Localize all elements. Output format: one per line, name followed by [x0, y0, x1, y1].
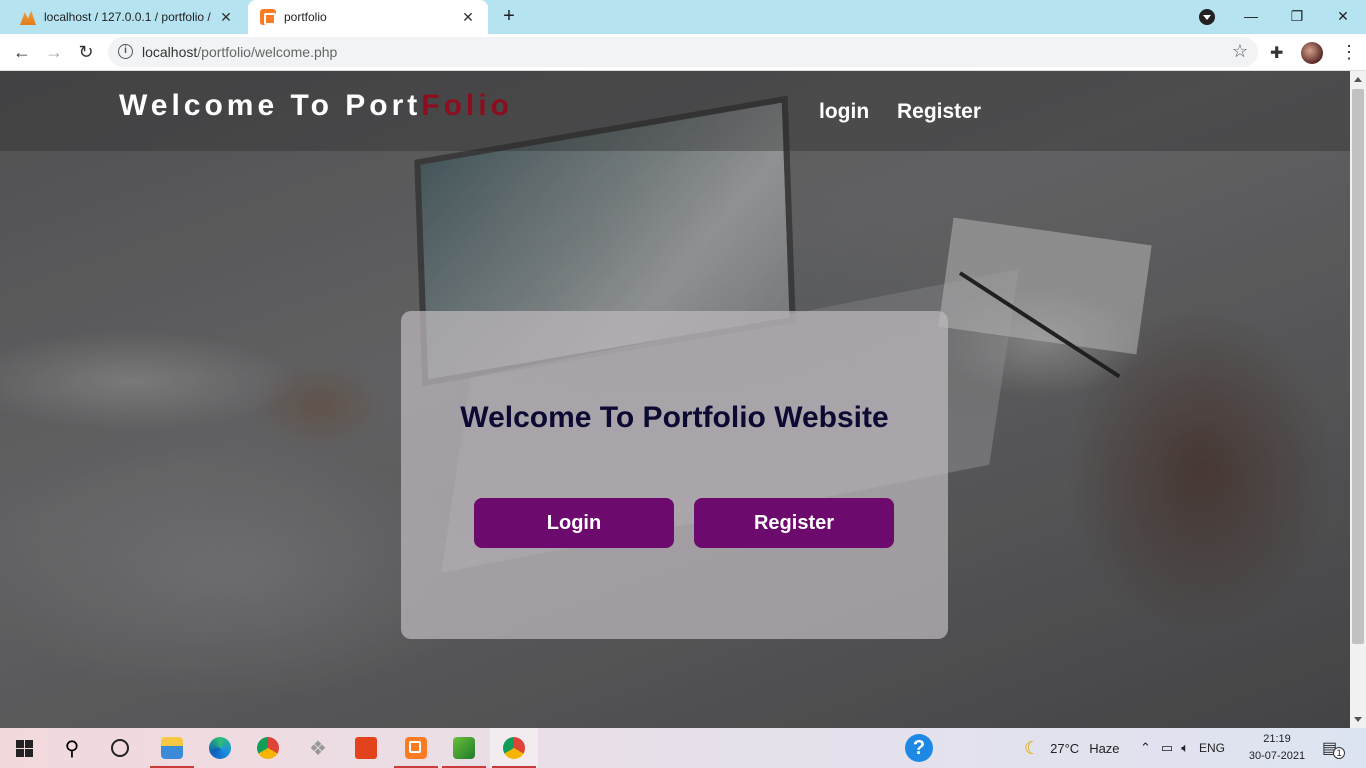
search-icon[interactable]: ⚲	[48, 728, 96, 768]
editor-icon[interactable]	[440, 728, 488, 768]
tab-phpmyadmin[interactable]: localhost / 127.0.0.1 / portfolio / ✕	[8, 0, 246, 34]
scrollbar-thumb[interactable]	[1352, 89, 1364, 644]
site-logo: Welcome To PortFolio	[119, 89, 513, 122]
tray-icons: ⌃ ▭ 🔈︎ ENG	[1140, 728, 1225, 768]
close-icon[interactable]: ✕	[218, 9, 234, 26]
tab-title: portfolio	[284, 10, 327, 24]
windows-taskbar: ⚲ ❖ ? ☾ 27°C Haze ⌃ ▭ 🔈︎ ENG 21:19 30-07…	[0, 728, 1366, 768]
profile-avatar[interactable]	[1301, 42, 1323, 64]
info-icon[interactable]: i	[118, 44, 133, 59]
restore-button[interactable]: ❐	[1283, 4, 1311, 28]
url-text[interactable]: localhost/portfolio/welcome.php	[142, 44, 337, 60]
xampp-icon	[260, 9, 276, 25]
welcome-heading: Welcome To Portfolio Website	[460, 401, 889, 434]
help-icon[interactable]: ?	[895, 728, 943, 768]
tab-portfolio[interactable]: portfolio ✕	[248, 0, 488, 34]
welcome-card: Welcome To Portfolio Website Login Regis…	[401, 311, 948, 639]
bookmark-star-icon[interactable]: ☆	[1232, 41, 1248, 62]
menu-kebab-icon[interactable]: ⋮	[1340, 40, 1358, 64]
minimize-button[interactable]: —	[1237, 4, 1265, 28]
office-icon[interactable]	[342, 728, 390, 768]
nav-login-link[interactable]: login	[819, 100, 869, 124]
weather-widget[interactable]: ☾ 27°C Haze	[1024, 728, 1120, 768]
forward-button[interactable]: →	[40, 38, 68, 66]
weather-temp: 27°C	[1050, 740, 1080, 756]
notification-center-icon[interactable]: ▤ 1	[1322, 728, 1346, 768]
nav-register-link[interactable]: Register	[897, 100, 981, 124]
task-view-icon[interactable]	[96, 728, 144, 768]
login-button[interactable]: Login	[474, 498, 674, 548]
xampp-taskbar-icon[interactable]	[392, 728, 440, 768]
clock-date: 30-07-2021	[1248, 750, 1306, 762]
clock-time: 21:19	[1263, 733, 1291, 745]
window-close-button[interactable]: ✕	[1329, 4, 1357, 28]
new-tab-button[interactable]: +	[498, 6, 520, 28]
file-explorer-icon[interactable]	[148, 728, 196, 768]
clock[interactable]: 21:19 30-07-2021	[1247, 731, 1307, 765]
dropbox-icon[interactable]: ❖	[294, 728, 342, 768]
extensions-puzzle-icon[interactable]: ✚	[1270, 43, 1283, 63]
back-button[interactable]: ←	[8, 38, 36, 66]
edge-icon[interactable]	[196, 728, 244, 768]
close-icon[interactable]: ✕	[460, 9, 476, 26]
tab-search-icon[interactable]	[1199, 9, 1215, 25]
phpmyadmin-icon	[20, 10, 36, 25]
windows-logo-icon	[15, 739, 33, 757]
start-button[interactable]	[0, 728, 48, 768]
page-viewport: Welcome To PortFolio login Register Welc…	[0, 71, 1350, 728]
address-bar[interactable]: i localhost/portfolio/welcome.php ☆	[108, 37, 1258, 67]
weather-moon-icon: ☾	[1024, 737, 1041, 758]
volume-icon[interactable]: 🔈︎	[1181, 740, 1189, 756]
register-button[interactable]: Register	[694, 498, 894, 548]
chevron-up-icon[interactable]: ⌃	[1140, 740, 1151, 756]
browser-tab-strip: localhost / 127.0.0.1 / portfolio / ✕ po…	[0, 0, 1366, 34]
browser-toolbar: ← → ↻ i localhost/portfolio/welcome.php …	[0, 34, 1366, 71]
weather-text: Haze	[1089, 740, 1120, 756]
tab-title: localhost / 127.0.0.1 / portfolio /	[44, 10, 211, 24]
language-indicator[interactable]: ENG	[1199, 741, 1225, 755]
chrome-active-icon[interactable]	[490, 728, 538, 768]
notification-badge: 1	[1333, 747, 1346, 759]
chrome-icon[interactable]	[244, 728, 292, 768]
page-scrollbar[interactable]	[1350, 71, 1366, 728]
meet-now-icon[interactable]: ▭	[1161, 740, 1173, 756]
reload-button[interactable]: ↻	[72, 38, 100, 66]
